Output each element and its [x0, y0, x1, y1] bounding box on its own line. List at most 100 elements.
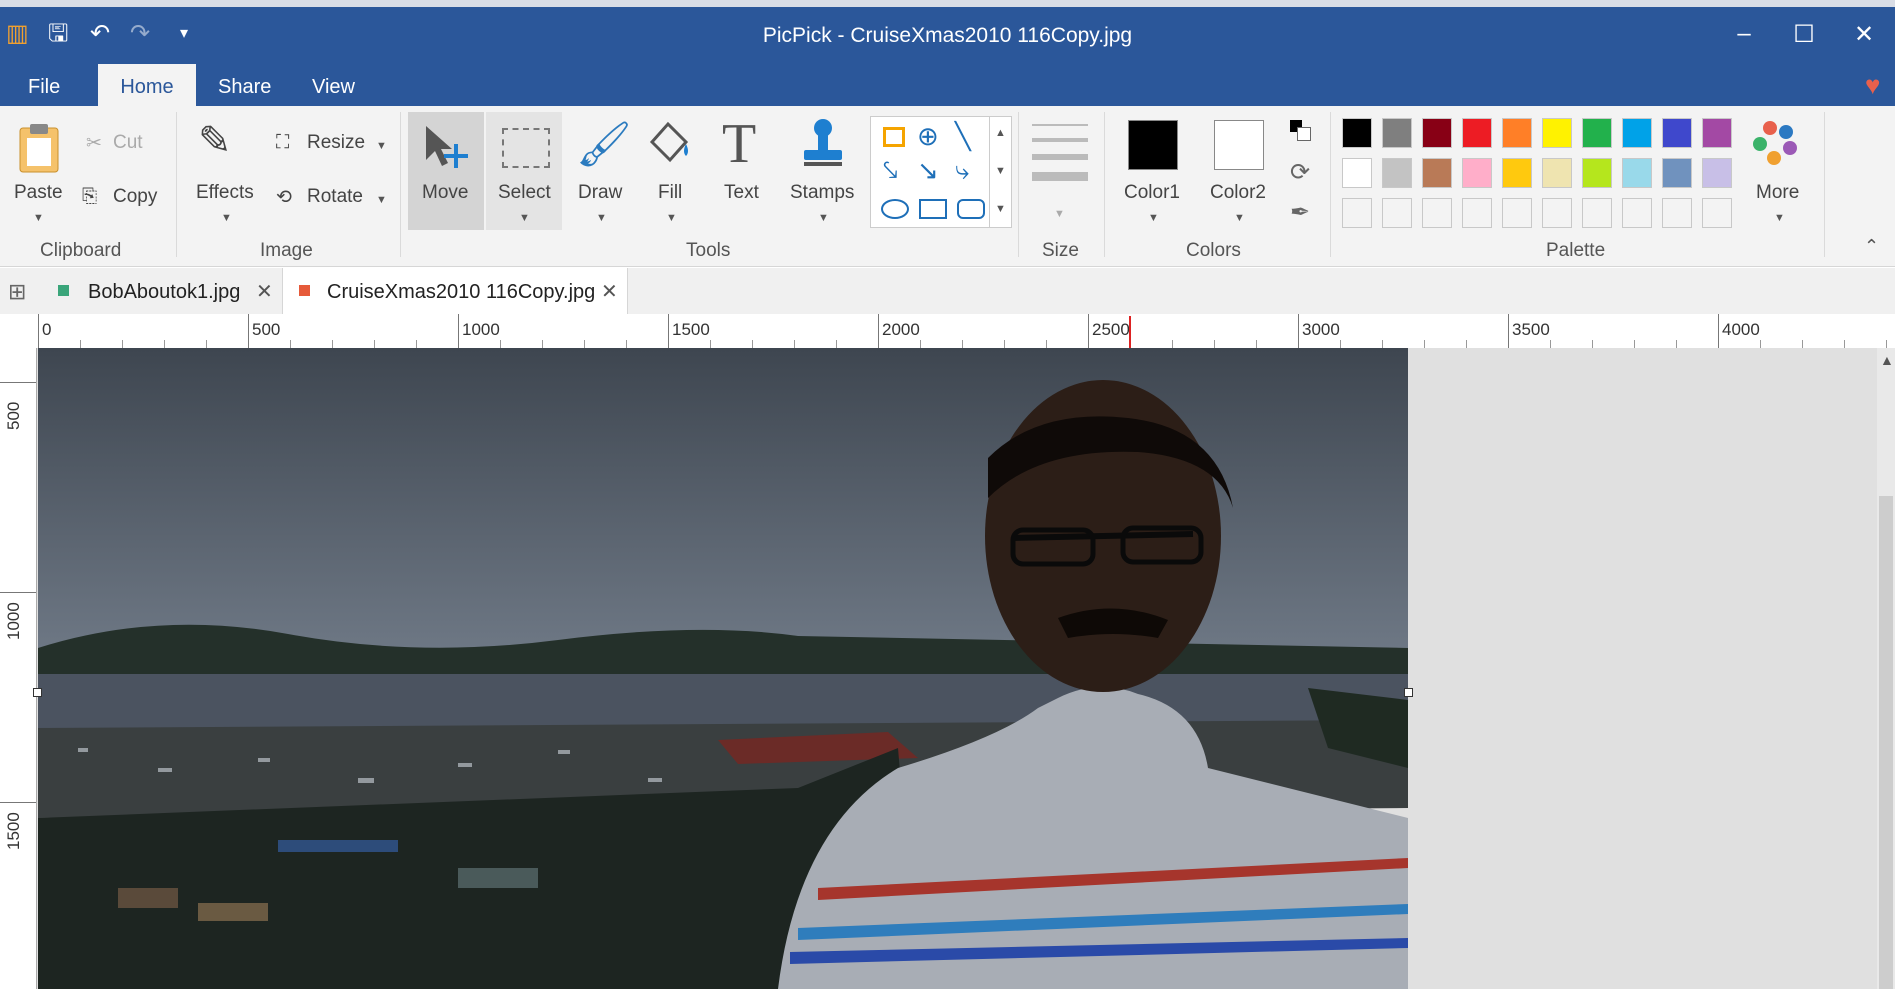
ruler-minor-tick: [122, 340, 123, 348]
palette-swatch[interactable]: [1342, 198, 1372, 228]
heart-icon[interactable]: ♥: [1865, 70, 1880, 101]
resize-handle-right[interactable]: [1404, 688, 1413, 697]
fill-button[interactable]: Fill ▼: [640, 112, 700, 230]
resize-handle-left[interactable]: [33, 688, 42, 697]
palette-swatch[interactable]: [1502, 158, 1532, 188]
ruler-minor-tick: [332, 340, 333, 348]
tab-close-icon[interactable]: ✕: [256, 268, 273, 314]
palette-swatch[interactable]: [1462, 118, 1492, 148]
crosshair-shape-icon[interactable]: ⊕: [917, 121, 939, 152]
palette-swatch[interactable]: [1462, 158, 1492, 188]
editing-image[interactable]: [38, 348, 1408, 989]
palette-swatch[interactable]: [1702, 158, 1732, 188]
palette-swatch[interactable]: [1502, 118, 1532, 148]
palette-swatch[interactable]: [1662, 198, 1692, 228]
line-shape-icon[interactable]: ╲: [955, 121, 971, 152]
swap-colors-icon[interactable]: ⟳: [1290, 158, 1310, 187]
default-colors-icon[interactable]: [1290, 120, 1311, 141]
tab-overview-grid-icon[interactable]: ⊞: [8, 268, 26, 314]
ruler-label: 1000: [4, 602, 23, 640]
arrow-shape-icon[interactable]: ↘: [917, 155, 939, 186]
more-colors-button[interactable]: More ▼: [1740, 118, 1810, 228]
scissors-icon: ✂: [86, 133, 102, 154]
palette-swatch[interactable]: [1622, 118, 1652, 148]
palette-swatch[interactable]: [1582, 158, 1612, 188]
ruler-minor-tick: [1886, 340, 1887, 348]
palette-swatch[interactable]: [1422, 198, 1452, 228]
palette-swatch[interactable]: [1502, 198, 1532, 228]
palette-swatch[interactable]: [1702, 118, 1732, 148]
close-button[interactable]: ✕: [1844, 20, 1884, 49]
scrollbar-thumb[interactable]: [1879, 496, 1893, 989]
group-label-palette: Palette: [1546, 240, 1606, 261]
copy-button[interactable]: Copy: [113, 186, 157, 208]
palette-swatch[interactable]: [1342, 158, 1372, 188]
tab-close-icon[interactable]: ✕: [601, 268, 618, 314]
palette-swatch[interactable]: [1542, 158, 1572, 188]
palette-swatch[interactable]: [1462, 198, 1492, 228]
document-tab-cruisexmas[interactable]: CruiseXmas2010 116Copy.jpg ✕: [282, 268, 628, 316]
minimize-button[interactable]: –: [1724, 20, 1764, 48]
palette-swatch[interactable]: [1422, 158, 1452, 188]
line-size-button[interactable]: ▼: [1032, 120, 1088, 220]
resize-button[interactable]: Resize: [307, 132, 365, 154]
gallery-down-icon[interactable]: ▼: [995, 165, 1006, 177]
document-tab-bobaboutok1[interactable]: BobAboutok1.jpg ✕: [50, 268, 278, 314]
menu-share[interactable]: Share: [218, 76, 271, 99]
palette-swatch[interactable]: [1662, 118, 1692, 148]
rounded-rect-shape-icon[interactable]: [957, 199, 985, 219]
rotate-button[interactable]: Rotate: [307, 186, 363, 208]
color1-button[interactable]: Color1 ▼: [1118, 116, 1188, 226]
effects-button[interactable]: Effects: [196, 182, 254, 204]
eyedropper-icon[interactable]: ✒: [1290, 198, 1310, 227]
move-button[interactable]: Move: [408, 112, 484, 230]
palette-swatch[interactable]: [1542, 118, 1572, 148]
collapse-ribbon-icon[interactable]: ⌃: [1864, 236, 1879, 257]
shapes-gallery[interactable]: ⊕ ╲ ⤥ ↘ ⤷ ▲ ▼ ▼: [870, 116, 1012, 228]
palette-swatch[interactable]: [1422, 118, 1452, 148]
scroll-up-icon[interactable]: ▲: [1880, 352, 1894, 368]
select-button[interactable]: Select ▼: [486, 112, 562, 230]
more-label: More: [1756, 182, 1800, 203]
rect-select-shape-icon[interactable]: [883, 127, 905, 147]
cut-button[interactable]: Cut: [113, 132, 143, 154]
gallery-up-icon[interactable]: ▲: [995, 127, 1006, 139]
palette-swatch[interactable]: [1622, 198, 1652, 228]
window-title: PicPick - CruiseXmas2010 116Copy.jpg: [762, 24, 1133, 47]
ruler-minor-tick: [206, 340, 207, 348]
palette-swatch[interactable]: [1662, 158, 1692, 188]
palette-swatch[interactable]: [1382, 198, 1412, 228]
stamps-button[interactable]: Stamps ▼: [784, 112, 864, 230]
ruler-minor-tick: [626, 340, 627, 348]
ruler-label: 3000: [1302, 320, 1340, 339]
ruler-minor-tick: [962, 340, 963, 348]
menu-home[interactable]: Home: [98, 64, 196, 108]
palette-swatch[interactable]: [1582, 198, 1612, 228]
palette-swatch[interactable]: [1382, 118, 1412, 148]
palette-swatch[interactable]: [1702, 198, 1732, 228]
curved-arrow-shape-icon[interactable]: ⤷: [955, 155, 970, 187]
palette-swatch[interactable]: [1582, 118, 1612, 148]
ruler-major-tick: [1718, 314, 1719, 348]
ruler-major-tick: [458, 314, 459, 348]
window-top-strip: [0, 0, 1895, 7]
maximize-button[interactable]: ☐: [1784, 20, 1824, 49]
menu-view[interactable]: View: [312, 76, 355, 99]
color2-button[interactable]: Color2 ▼: [1204, 116, 1274, 226]
tab-label: CruiseXmas2010 116Copy.jpg: [327, 281, 596, 303]
move-arrow-icon: [426, 126, 468, 168]
vertical-scrollbar[interactable]: ▲: [1877, 348, 1895, 989]
gallery-expand-icon[interactable]: ▼: [995, 203, 1006, 215]
ruler-minor-tick: [290, 340, 291, 348]
palette-swatch[interactable]: [1342, 118, 1372, 148]
draw-button[interactable]: 🖌 Draw ▼: [568, 112, 634, 230]
text-button[interactable]: T Text: [708, 112, 774, 230]
palette-swatch[interactable]: [1382, 158, 1412, 188]
rectangle-shape-icon[interactable]: [919, 199, 947, 219]
ellipse-shape-icon[interactable]: [881, 199, 909, 219]
menu-file[interactable]: File: [28, 76, 60, 99]
palette-swatch[interactable]: [1622, 158, 1652, 188]
group-label-size: Size: [1042, 240, 1079, 261]
curve-shape-icon[interactable]: ⤥: [883, 155, 898, 187]
palette-swatch[interactable]: [1542, 198, 1572, 228]
